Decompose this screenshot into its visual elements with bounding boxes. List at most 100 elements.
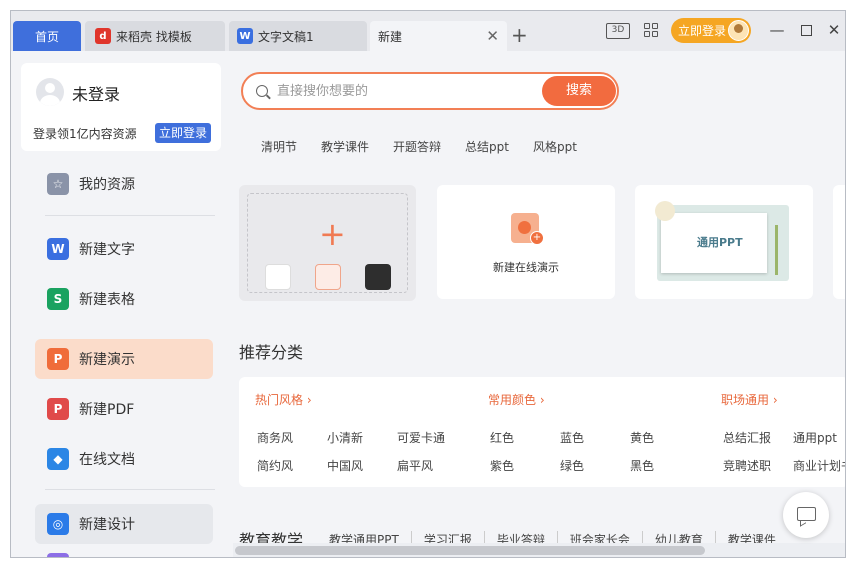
category-item[interactable]: 简约风 <box>257 457 293 474</box>
chevron-right-icon: › <box>306 393 312 407</box>
education-row: 教育教学 教学通用PPT 学习汇报 毕业答辩 班会家长会 幼儿教育 教学课件 <box>239 528 788 543</box>
close-tab-icon[interactable]: ✕ <box>486 28 499 44</box>
education-tag[interactable]: 学习汇报 <box>410 530 484 543</box>
dark-theme-swatch[interactable] <box>365 264 391 290</box>
tab-document[interactable]: W 文字文稿1 <box>229 21 367 51</box>
hot-tag[interactable]: 清明节 <box>261 138 321 155</box>
category-item[interactable]: 紫色 <box>490 457 514 474</box>
new-blank-presentation-card[interactable]: + <box>239 185 416 301</box>
user-card: 未登录 登录领1亿内容资源 立即登录 <box>21 63 221 151</box>
category-heading-colors[interactable]: 常用颜色 › <box>488 391 545 408</box>
sidebar-item-label: 在线文档 <box>79 452 135 468</box>
flower-decoration-icon <box>655 201 675 221</box>
category-item[interactable]: 蓝色 <box>560 429 584 446</box>
sidebar-item-label: 我的资源 <box>79 177 135 193</box>
category-heading-label: 常用颜色 <box>488 393 537 407</box>
user-promo-text: 登录领1亿内容资源 <box>33 127 137 141</box>
sidebar-divider <box>45 215 215 216</box>
education-tag[interactable]: 教学课件 <box>714 530 788 543</box>
sidebar-item-new-spreadsheet[interactable]: S 新建表格 <box>35 279 213 319</box>
search-input[interactable] <box>277 80 537 102</box>
hot-tag[interactable]: 风格ppt <box>533 138 577 155</box>
category-item[interactable]: 商业计划书 <box>793 457 845 474</box>
more-app-icon[interactable] <box>47 553 69 557</box>
education-tag[interactable]: 班会家长会 <box>556 530 642 543</box>
category-item[interactable]: 扁平风 <box>397 457 433 474</box>
maximize-icon[interactable] <box>798 21 814 39</box>
category-item[interactable]: 可爱卡通 <box>397 429 445 446</box>
close-window-icon[interactable]: ✕ <box>826 21 842 39</box>
spreadsheet-icon: S <box>47 288 69 310</box>
category-heading-hot-style[interactable]: 热门风格 › <box>255 391 312 408</box>
white-theme-swatch[interactable] <box>265 264 291 290</box>
daoke-logo-icon: d <box>95 28 111 44</box>
pdf-icon: P <box>47 398 69 420</box>
hot-tags: 清明节 教学课件 开题答辩 总结ppt 风格ppt <box>261 138 577 155</box>
search-box: 搜索 <box>241 72 619 110</box>
tab-daoke-templates[interactable]: d 来稻壳 找模板 <box>85 21 225 51</box>
education-tag[interactable]: 幼儿教育 <box>641 530 715 543</box>
category-item[interactable]: 竞聘述职 <box>723 457 771 474</box>
hot-tag[interactable]: 开题答辩 <box>393 138 465 155</box>
tab-home[interactable]: 首页 <box>13 21 81 51</box>
tab-new[interactable]: 新建 ✕ <box>370 21 507 51</box>
titlebar-login-button[interactable]: 立即登录 <box>671 18 751 43</box>
sidebar-item-online-doc[interactable]: ◆ 在线文档 <box>35 439 213 479</box>
sidebar-item-label: 新建演示 <box>79 352 135 368</box>
blank-card-frame: + <box>247 193 408 293</box>
sidebar-item-new-design[interactable]: ◎ 新建设计 <box>35 504 213 544</box>
education-tag[interactable]: 毕业答辩 <box>483 530 557 543</box>
minimize-icon[interactable]: — <box>769 21 785 39</box>
category-heading-workplace[interactable]: 职场通用 › <box>721 391 778 408</box>
tab-home-label: 首页 <box>34 29 59 44</box>
ppt-template-card[interactable]: 通用PPT <box>635 185 813 299</box>
view-mode-icon[interactable]: 3D <box>606 23 630 39</box>
light-theme-swatch[interactable] <box>315 264 341 290</box>
titlebar-login-label: 立即登录 <box>678 24 727 38</box>
user-avatar[interactable] <box>36 78 64 106</box>
user-name[interactable]: 未登录 <box>72 81 120 105</box>
app-window: 首页 d 来稻壳 找模板 W 文字文稿1 新建 ✕ + 3D 立即登录 — ✕ … <box>10 10 846 558</box>
sidebar: 未登录 登录领1亿内容资源 立即登录 ☆ 我的资源 W 新建文字 S 新建表格 … <box>21 63 221 557</box>
add-tab-icon[interactable]: + <box>511 24 528 46</box>
horizontal-scrollbar[interactable] <box>233 543 845 557</box>
plant-decoration-icon <box>775 225 778 275</box>
search-button[interactable]: 搜索 <box>542 76 616 106</box>
sidebar-login-button[interactable]: 立即登录 <box>155 123 211 143</box>
star-icon: ☆ <box>47 173 69 195</box>
category-item[interactable]: 小清新 <box>327 429 363 446</box>
sidebar-item-my-resources[interactable]: ☆ 我的资源 <box>35 164 213 204</box>
category-item[interactable]: 绿色 <box>560 457 584 474</box>
category-item[interactable]: 黑色 <box>630 457 654 474</box>
plus-icon: + <box>319 215 346 253</box>
tab-daoke-label: 来稻壳 找模板 <box>116 29 192 44</box>
hot-tag[interactable]: 教学课件 <box>321 138 393 155</box>
writer-icon: W <box>47 238 69 260</box>
next-template-card[interactable] <box>833 185 845 299</box>
education-section-title: 教育教学 <box>239 531 304 543</box>
search-icon <box>256 85 268 97</box>
education-tag[interactable]: 教学通用PPT <box>329 531 411 544</box>
category-item[interactable]: 红色 <box>490 429 514 446</box>
category-item[interactable]: 总结汇报 <box>723 429 771 446</box>
online-presentation-icon <box>511 213 544 245</box>
avatar-icon <box>728 20 749 41</box>
category-heading-label: 职场通用 <box>721 393 770 407</box>
sidebar-item-new-writer[interactable]: W 新建文字 <box>35 229 213 269</box>
app-grid-icon[interactable] <box>644 23 658 37</box>
ppt-template-label: 通用PPT <box>697 236 743 249</box>
scrollbar-thumb[interactable] <box>235 546 705 555</box>
category-item[interactable]: 黄色 <box>630 429 654 446</box>
new-online-presentation-card[interactable]: 新建在线演示 <box>437 185 615 299</box>
tab-bar: 首页 d 来稻壳 找模板 W 文字文稿1 新建 ✕ + 3D 立即登录 — ✕ <box>11 11 845 51</box>
tab-document-label: 文字文稿1 <box>258 29 314 44</box>
sidebar-item-new-presentation[interactable]: P 新建演示 <box>35 339 213 379</box>
tab-new-label: 新建 <box>378 29 403 44</box>
chat-feedback-icon[interactable] <box>783 492 829 538</box>
hot-tag[interactable]: 总结ppt <box>465 138 533 155</box>
category-item[interactable]: 通用ppt <box>793 429 837 446</box>
category-item[interactable]: 商务风 <box>257 429 293 446</box>
category-item[interactable]: 中国风 <box>327 457 363 474</box>
sidebar-item-new-pdf[interactable]: P 新建PDF <box>35 389 213 429</box>
chevron-right-icon: › <box>539 393 545 407</box>
